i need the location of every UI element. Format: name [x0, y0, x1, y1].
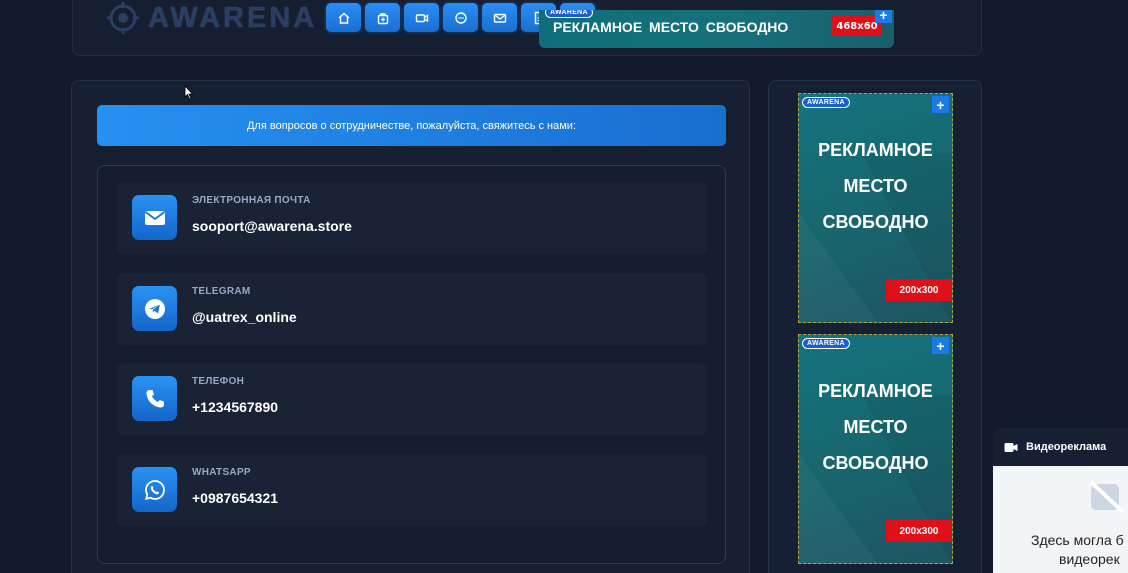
contact-item-email[interactable]: ЭЛЕКТРОННАЯ ПОЧТА sooport@awarena.store — [117, 182, 707, 254]
nav-home-button[interactable] — [326, 3, 361, 32]
phone-icon — [132, 376, 177, 421]
ad-badge: AWARENA — [802, 97, 850, 108]
contact-label: WHATSAPP — [192, 467, 251, 478]
nav-shop-button[interactable] — [365, 3, 400, 32]
ad-size-tag: 200x300 — [886, 279, 952, 301]
video-off-icon — [1089, 480, 1125, 514]
ad-text: РЕКЛАМНОЕ МЕСТО СВОБОДНО — [553, 19, 789, 35]
cooperation-banner: Для вопросов о сотрудничестве, пожалуйст… — [97, 105, 726, 146]
logo[interactable]: AWARENA — [106, 1, 318, 34]
video-camera-icon — [1004, 442, 1018, 452]
sidebar: AWARENA + РЕКЛАМНОЕ МЕСТО СВОБОДНО 200x3… — [768, 80, 982, 573]
contact-label: ЭЛЕКТРОННАЯ ПОЧТА — [192, 195, 311, 206]
nav-chat-button[interactable] — [443, 3, 478, 32]
video-icon — [415, 13, 428, 22]
top-banner-ad[interactable]: AWARENA РЕКЛАМНОЕ МЕСТО СВОБОДНО 468x60 … — [539, 10, 894, 48]
ad-add-button[interactable]: + — [875, 10, 892, 23]
video-ad-text: Здесь могла б видеорек — [1031, 532, 1124, 567]
contact-label: TELEGRAM — [192, 286, 251, 297]
bag-icon — [377, 12, 388, 24]
contact-card: Для вопросов о сотрудничестве, пожалуйст… — [71, 80, 750, 573]
contact-value[interactable]: +1234567890 — [192, 399, 278, 415]
contact-item-phone[interactable]: ТЕЛЕФОН +1234567890 — [117, 363, 707, 435]
contact-value[interactable]: @uatrex_online — [192, 309, 297, 325]
logo-icon — [107, 2, 139, 34]
contact-label: ТЕЛЕФОН — [192, 376, 245, 387]
ad-text: РЕКЛАМНОЕ МЕСТО СВОБОДНО — [818, 381, 933, 473]
mail-icon — [493, 13, 506, 23]
sidebar-ad[interactable]: AWARENA + РЕКЛАМНОЕ МЕСТО СВОБОДНО 200x3… — [798, 93, 953, 323]
nav-mail-button[interactable] — [482, 3, 517, 32]
ad-add-button[interactable]: + — [932, 337, 949, 354]
contact-item-whatsapp[interactable]: WHATSAPP +0987654321 — [117, 454, 707, 526]
ad-text: РЕКЛАМНОЕ МЕСТО СВОБОДНО — [818, 140, 933, 232]
mouse-cursor-icon — [184, 85, 194, 100]
video-ad-widget[interactable]: Видеореклама Здесь могла б видеорек — [993, 428, 1128, 573]
ad-size-tag: 200x300 — [886, 520, 952, 542]
home-icon — [338, 12, 349, 24]
telegram-icon — [132, 286, 177, 331]
sidebar-ad[interactable]: AWARENA + РЕКЛАМНОЕ МЕСТО СВОБОДНО 200x3… — [798, 334, 953, 564]
contact-value[interactable]: +0987654321 — [192, 490, 278, 506]
contact-value[interactable]: sooport@awarena.store — [192, 218, 352, 234]
contacts-list: ЭЛЕКТРОННАЯ ПОЧТА sooport@awarena.store … — [97, 165, 726, 564]
logo-text: AWARENA — [148, 1, 318, 34]
ad-add-button[interactable]: + — [932, 96, 949, 113]
ad-badge: AWARENA — [802, 338, 850, 349]
whatsapp-icon — [132, 467, 177, 512]
mail-icon — [132, 195, 177, 240]
nav-video-button[interactable] — [404, 3, 439, 32]
ad-badge: AWARENA — [545, 10, 593, 18]
video-ad-title: Видеореклама — [1026, 441, 1107, 453]
contact-item-telegram[interactable]: TELEGRAM @uatrex_online — [117, 273, 707, 345]
video-ad-body: Здесь могла б видеорек — [993, 466, 1128, 573]
chat-icon — [454, 11, 467, 24]
video-ad-header: Видеореклама — [993, 428, 1128, 466]
